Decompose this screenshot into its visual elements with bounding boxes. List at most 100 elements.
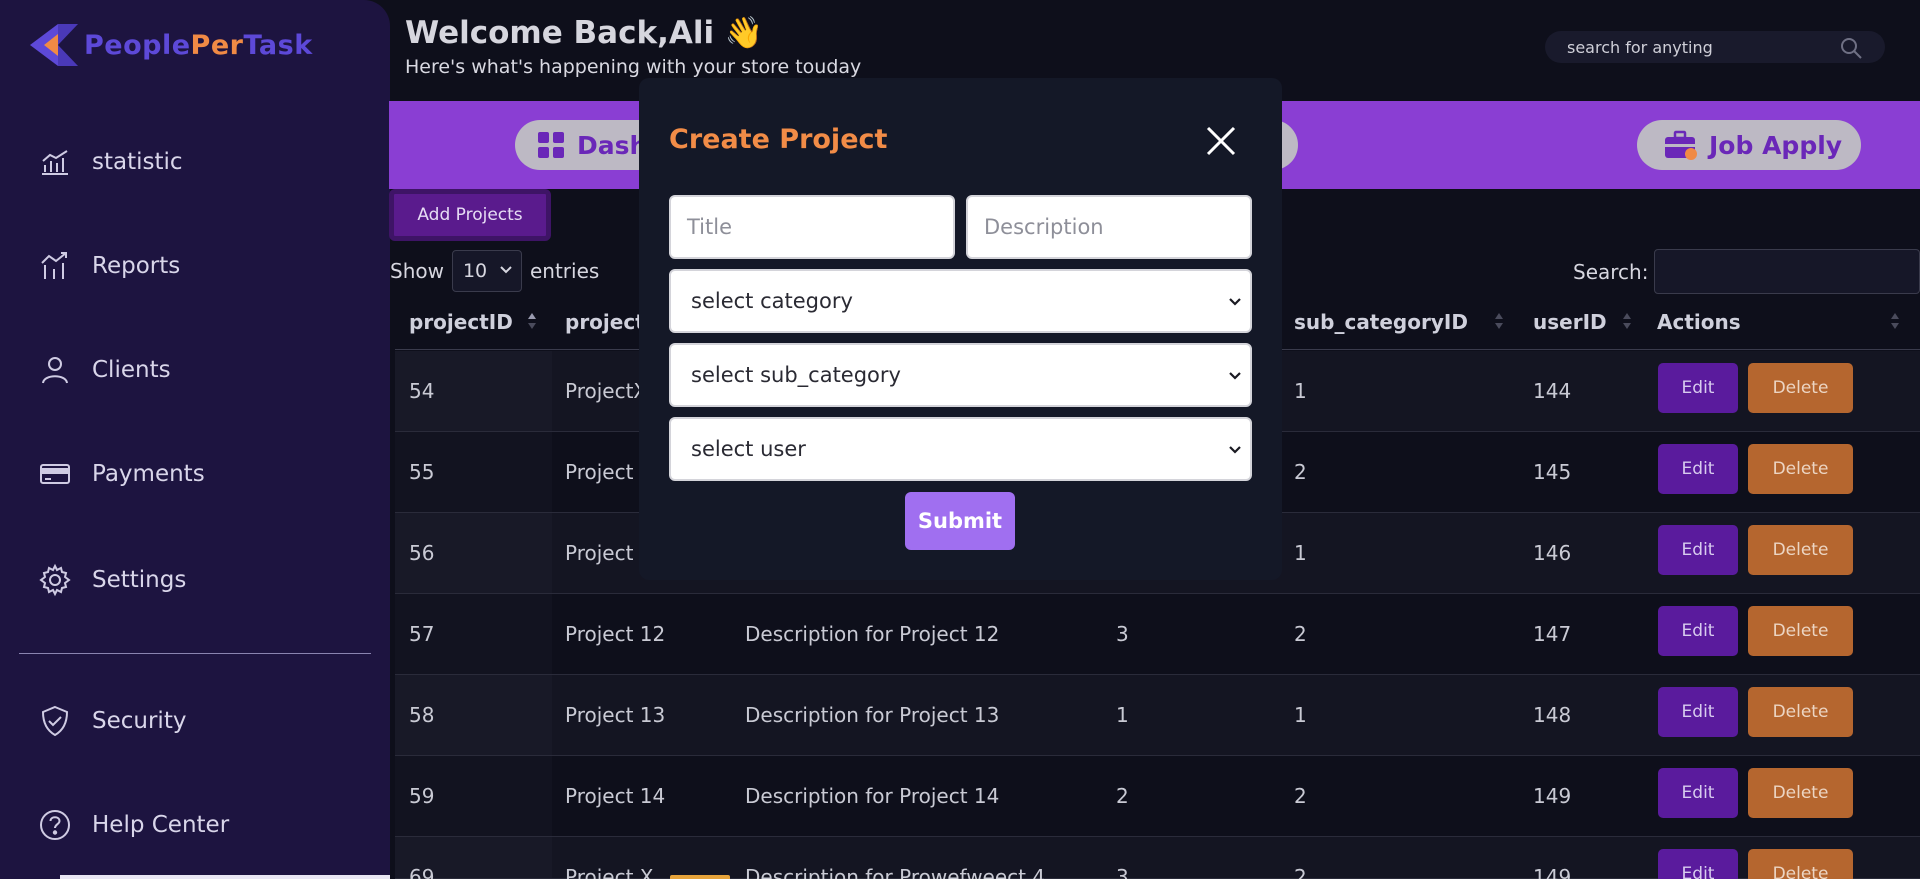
help-icon (40, 810, 70, 840)
chevron-down-icon (1229, 372, 1241, 380)
category-select[interactable]: select category (669, 269, 1252, 333)
entries-label: entries (529, 259, 600, 283)
edit-button[interactable]: Edit (1658, 444, 1738, 494)
edit-button[interactable]: Edit (1658, 687, 1738, 737)
sub-category-select[interactable]: select sub_category (669, 343, 1252, 407)
cell-categoryid: 3 (1116, 865, 1129, 879)
chevron-down-icon (1229, 446, 1241, 454)
sidebar-item-help-center[interactable]: Help Center (38, 803, 229, 847)
create-project-modal: Create Project Title Description select … (639, 78, 1282, 580)
title-input[interactable]: Title (669, 195, 955, 259)
chevron-down-icon (1229, 298, 1241, 306)
cell-userid: 149 (1533, 784, 1572, 808)
logo-text: PeoplePerTask (84, 29, 313, 61)
title-placeholder: Title (687, 215, 733, 239)
edit-button[interactable]: Edit (1658, 363, 1738, 413)
sidebar-item-clients[interactable]: Clients (38, 348, 171, 392)
delete-button[interactable]: Delete (1748, 687, 1853, 737)
cell-projectid: 56 (409, 541, 435, 565)
table-row: 69 Project X Description for Prowefweect… (395, 837, 1920, 879)
table-search-input[interactable] (1654, 249, 1920, 294)
add-projects-button[interactable]: Add Projects (389, 189, 551, 241)
sort-icon[interactable] (1622, 312, 1632, 330)
gear-icon (39, 563, 71, 597)
cell-sub-categoryid: 1 (1294, 703, 1307, 727)
sidebar-item-label: statistic (92, 149, 183, 175)
highlight-chip (670, 875, 730, 879)
cell-sub-categoryid: 2 (1294, 460, 1307, 484)
sidebar-divider (19, 653, 371, 654)
chevron-down-icon (500, 266, 512, 274)
cell-projectid: 55 (409, 460, 435, 484)
search-placeholder: search for anyting (1567, 37, 1713, 57)
cell-projectid: 69 (409, 865, 435, 879)
sidebar-item-label: Payments (92, 461, 205, 487)
sidebar-item-reports[interactable]: Reports (38, 244, 180, 288)
cell-title: Project (565, 460, 634, 484)
cell-description: Description for Prowefweect 4 (745, 865, 1046, 879)
cell-sub-categoryid: 1 (1294, 541, 1307, 565)
search-icon[interactable] (1839, 36, 1863, 60)
delete-button[interactable]: Delete (1748, 606, 1853, 656)
entries-select[interactable]: 10 (451, 250, 522, 292)
cell-title: Project X (565, 865, 654, 879)
table-row: 57 Project 12 Description for Project 12… (395, 594, 1920, 675)
dashboard-grid-icon (538, 132, 564, 158)
edit-button[interactable]: Edit (1658, 768, 1738, 818)
sort-icon[interactable] (1890, 312, 1900, 330)
logo[interactable]: PeoplePerTask (28, 22, 313, 68)
job-apply-label: Job Apply (1709, 130, 1843, 160)
cell-userid: 145 (1533, 460, 1572, 484)
briefcase-icon (1665, 130, 1697, 160)
entries-value: 10 (462, 260, 488, 282)
sidebar: PeoplePerTask statistic Reports Clients … (0, 0, 390, 879)
column-header-projectid[interactable]: projectID (409, 310, 513, 334)
cell-title: Project 13 (565, 703, 666, 727)
delete-button[interactable]: Delete (1748, 363, 1853, 413)
description-placeholder: Description (984, 215, 1104, 239)
column-header-actions[interactable]: Actions (1657, 310, 1741, 334)
edit-button[interactable]: Edit (1658, 849, 1738, 879)
edit-button[interactable]: Edit (1658, 525, 1738, 575)
bar-chart-icon (42, 150, 68, 175)
delete-button[interactable]: Delete (1748, 525, 1853, 575)
cell-title: Project (565, 541, 634, 565)
global-search-input[interactable]: search for anyting (1545, 31, 1885, 63)
sidebar-item-settings[interactable]: Settings (38, 558, 186, 602)
sidebar-item-label: Reports (92, 253, 181, 279)
delete-button[interactable]: Delete (1748, 768, 1853, 818)
description-input[interactable]: Description (966, 195, 1252, 259)
category-value: select category (691, 289, 853, 313)
sidebar-item-payments[interactable]: Payments (38, 452, 205, 496)
column-header-userid[interactable]: userID (1533, 310, 1607, 334)
column-header-project-title[interactable]: project (565, 310, 645, 334)
delete-button[interactable]: Delete (1748, 849, 1853, 879)
column-header-sub-categoryid[interactable]: sub_categoryID (1294, 310, 1468, 334)
user-value: select user (691, 437, 806, 461)
entries-length-control: Show 10 entries (390, 250, 599, 292)
cell-userid: 146 (1533, 541, 1572, 565)
sort-icon[interactable] (1494, 312, 1504, 330)
report-chart-icon (41, 252, 67, 279)
edit-button[interactable]: Edit (1658, 606, 1738, 656)
sidebar-item-statistic[interactable]: statistic (38, 140, 183, 184)
sidebar-item-security[interactable]: Security (38, 699, 186, 743)
cell-title: Project 12 (565, 622, 666, 646)
close-icon[interactable] (1202, 122, 1240, 160)
delete-button[interactable]: Delete (1748, 444, 1853, 494)
user-select[interactable]: select user (669, 417, 1252, 481)
cell-userid: 147 (1533, 622, 1572, 646)
sort-icon[interactable] (527, 312, 537, 330)
page-subtitle: Here's what's happening with your store … (405, 56, 862, 78)
show-label: Show (390, 259, 444, 283)
sidebar-item-label: Security (92, 708, 187, 734)
cell-projectid: 59 (409, 784, 435, 808)
horizontal-scrollbar[interactable] (60, 875, 390, 879)
table-row: 58 Project 13 Description for Project 13… (395, 675, 1920, 756)
cell-sub-categoryid: 2 (1294, 622, 1307, 646)
cell-sub-categoryid: 1 (1294, 379, 1307, 403)
cell-title: ProjectX (565, 379, 648, 403)
job-apply-button[interactable]: Job Apply (1637, 120, 1861, 170)
submit-button[interactable]: Submit (905, 492, 1015, 550)
sidebar-item-label: Settings (92, 567, 187, 593)
